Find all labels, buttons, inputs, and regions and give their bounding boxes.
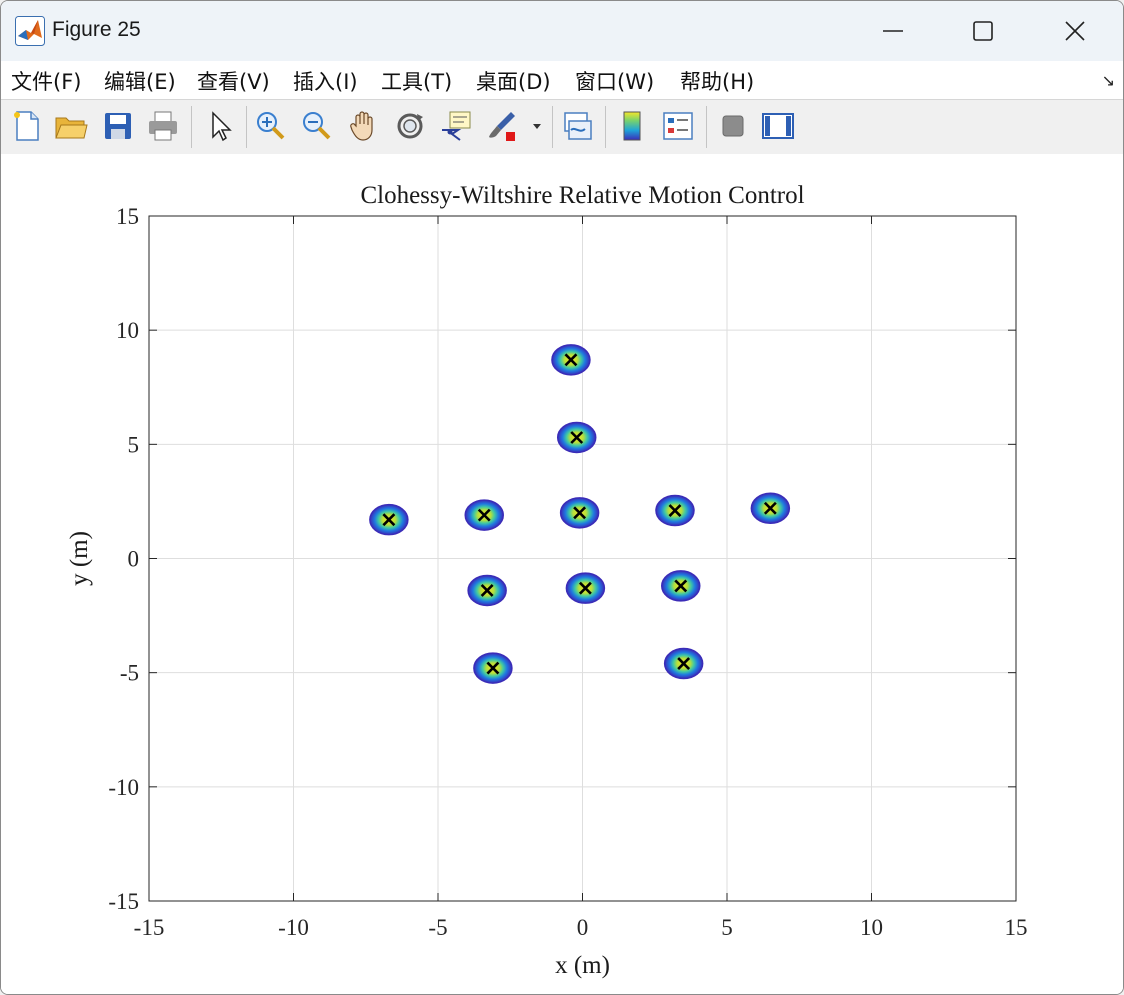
brush-icon	[489, 112, 515, 141]
x-tick-label: 10	[860, 915, 883, 940]
menu-edit[interactable]: 编辑(E)	[104, 66, 176, 96]
toolbar-separator	[191, 106, 192, 148]
toolbar-separator	[552, 106, 553, 148]
x-tick-label: 15	[1005, 915, 1028, 940]
y-tick-label: 5	[128, 432, 140, 457]
menu-help[interactable]: 帮助(H)	[680, 66, 754, 96]
save-icon	[105, 113, 131, 139]
data-point	[655, 494, 695, 527]
save-button[interactable]	[100, 108, 136, 144]
data-point	[464, 499, 504, 531]
toolbar-separator	[605, 106, 606, 148]
zoom-out-icon	[303, 112, 331, 140]
data-point	[369, 503, 409, 536]
y-tick-label: -15	[108, 889, 139, 914]
y-tick-label: -10	[108, 775, 139, 800]
pan-button[interactable]	[346, 108, 382, 144]
menu-view[interactable]: 查看(V)	[197, 66, 270, 96]
menu-desktop[interactable]: 桌面(D)	[476, 66, 551, 96]
figure-window: Figure 25 文件(F) 编辑(E) 查看(V) 插入(I) 工具(T) …	[0, 0, 1124, 995]
brush-dropdown-button[interactable]	[529, 108, 545, 144]
new-figure-icon	[14, 111, 39, 141]
legend-icon	[663, 112, 693, 140]
maximize-button[interactable]	[937, 1, 1029, 61]
x-axis-label: x (m)	[555, 952, 610, 979]
minimize-icon	[883, 30, 903, 32]
plot-canvas[interactable]: -15 -10 -5 0 5 10 15 -15 -10 -5 0 5 10 15 Clohessy-Wi…	[1, 154, 1123, 994]
axis-ticks: -15 -10 -5 0 5 10 15 -15 -10 -5 0 5 10 15	[108, 204, 1027, 940]
data-point	[663, 647, 704, 680]
zoom-out-button[interactable]	[299, 108, 335, 144]
x-tick-label: -15	[134, 915, 165, 940]
brush-dropdown-icon	[533, 124, 541, 129]
figure-canvas[interactable]: -15 -10 -5 0 5 10 15 -15 -10 -5 0 5 10 15 Clohessy-Wi…	[1, 154, 1123, 994]
print-button[interactable]	[145, 108, 181, 144]
legend-button[interactable]	[660, 108, 696, 144]
zoom-in-button[interactable]	[253, 108, 289, 144]
data-points	[369, 344, 791, 684]
y-tick-label: -5	[120, 661, 139, 686]
data-point	[559, 497, 600, 529]
toolbar-separator	[246, 106, 247, 148]
rotate-3d-icon	[397, 113, 423, 139]
data-cursor-button[interactable]	[438, 108, 474, 144]
show-plot-tools-icon	[762, 113, 794, 139]
menu-window[interactable]: 窗口(W)	[575, 66, 654, 96]
data-point	[551, 344, 591, 376]
data-point	[750, 492, 791, 525]
menu-file[interactable]: 文件(F)	[11, 66, 81, 96]
link-plot-icon	[564, 112, 592, 140]
chart-title: Clohessy-Wiltshire Relative Motion Contr…	[360, 182, 804, 209]
close-icon	[1065, 21, 1085, 41]
colorbar-icon	[623, 111, 641, 141]
data-point	[556, 421, 597, 454]
rotate-3d-button[interactable]	[392, 108, 428, 144]
data-point	[661, 570, 701, 602]
window-title: Figure 25	[52, 18, 141, 41]
maximize-icon	[973, 21, 993, 41]
menu-insert[interactable]: 插入(I)	[293, 66, 358, 96]
open-file-icon	[55, 117, 88, 139]
y-tick-label: 0	[128, 547, 140, 572]
new-figure-button[interactable]	[9, 108, 45, 144]
close-button[interactable]	[1029, 1, 1121, 61]
y-axis-label: y (m)	[66, 531, 93, 586]
hide-plot-tools-button[interactable]	[715, 108, 751, 144]
x-tick-label: 0	[577, 915, 589, 940]
x-tick-label: 5	[721, 915, 733, 940]
data-point	[467, 574, 507, 607]
y-tick-label: 15	[116, 204, 139, 229]
data-cursor-icon	[442, 111, 471, 141]
title-bar[interactable]: Figure 25	[1, 1, 1123, 61]
x-tick-label: -5	[428, 915, 447, 940]
y-tick-label: 10	[116, 318, 139, 343]
hide-plot-tools-icon	[722, 115, 744, 137]
open-file-button[interactable]	[53, 108, 89, 144]
minimize-button[interactable]	[847, 1, 939, 61]
link-plot-button[interactable]	[560, 108, 596, 144]
x-tick-label: -10	[278, 915, 309, 940]
matlab-logo-icon	[15, 16, 45, 46]
edit-plot-arrow-icon	[212, 111, 232, 142]
print-icon	[149, 111, 177, 141]
dock-arrow-icon[interactable]: ↘	[1102, 71, 1115, 90]
data-point	[473, 652, 513, 684]
pan-hand-icon	[350, 111, 373, 141]
colorbar-button[interactable]	[615, 108, 651, 144]
edit-plot-button[interactable]	[202, 108, 238, 144]
menu-bar: 文件(F) 编辑(E) 查看(V) 插入(I) 工具(T) 桌面(D) 窗口(W…	[1, 61, 1123, 99]
figure-toolbar	[1, 99, 1123, 155]
brush-button[interactable]	[485, 108, 521, 144]
toolbar-separator	[706, 106, 707, 148]
grid-lines	[148, 215, 1017, 902]
show-plot-tools-button[interactable]	[760, 108, 796, 144]
zoom-in-icon	[257, 112, 285, 140]
menu-tools[interactable]: 工具(T)	[381, 66, 452, 96]
data-point	[565, 572, 606, 604]
